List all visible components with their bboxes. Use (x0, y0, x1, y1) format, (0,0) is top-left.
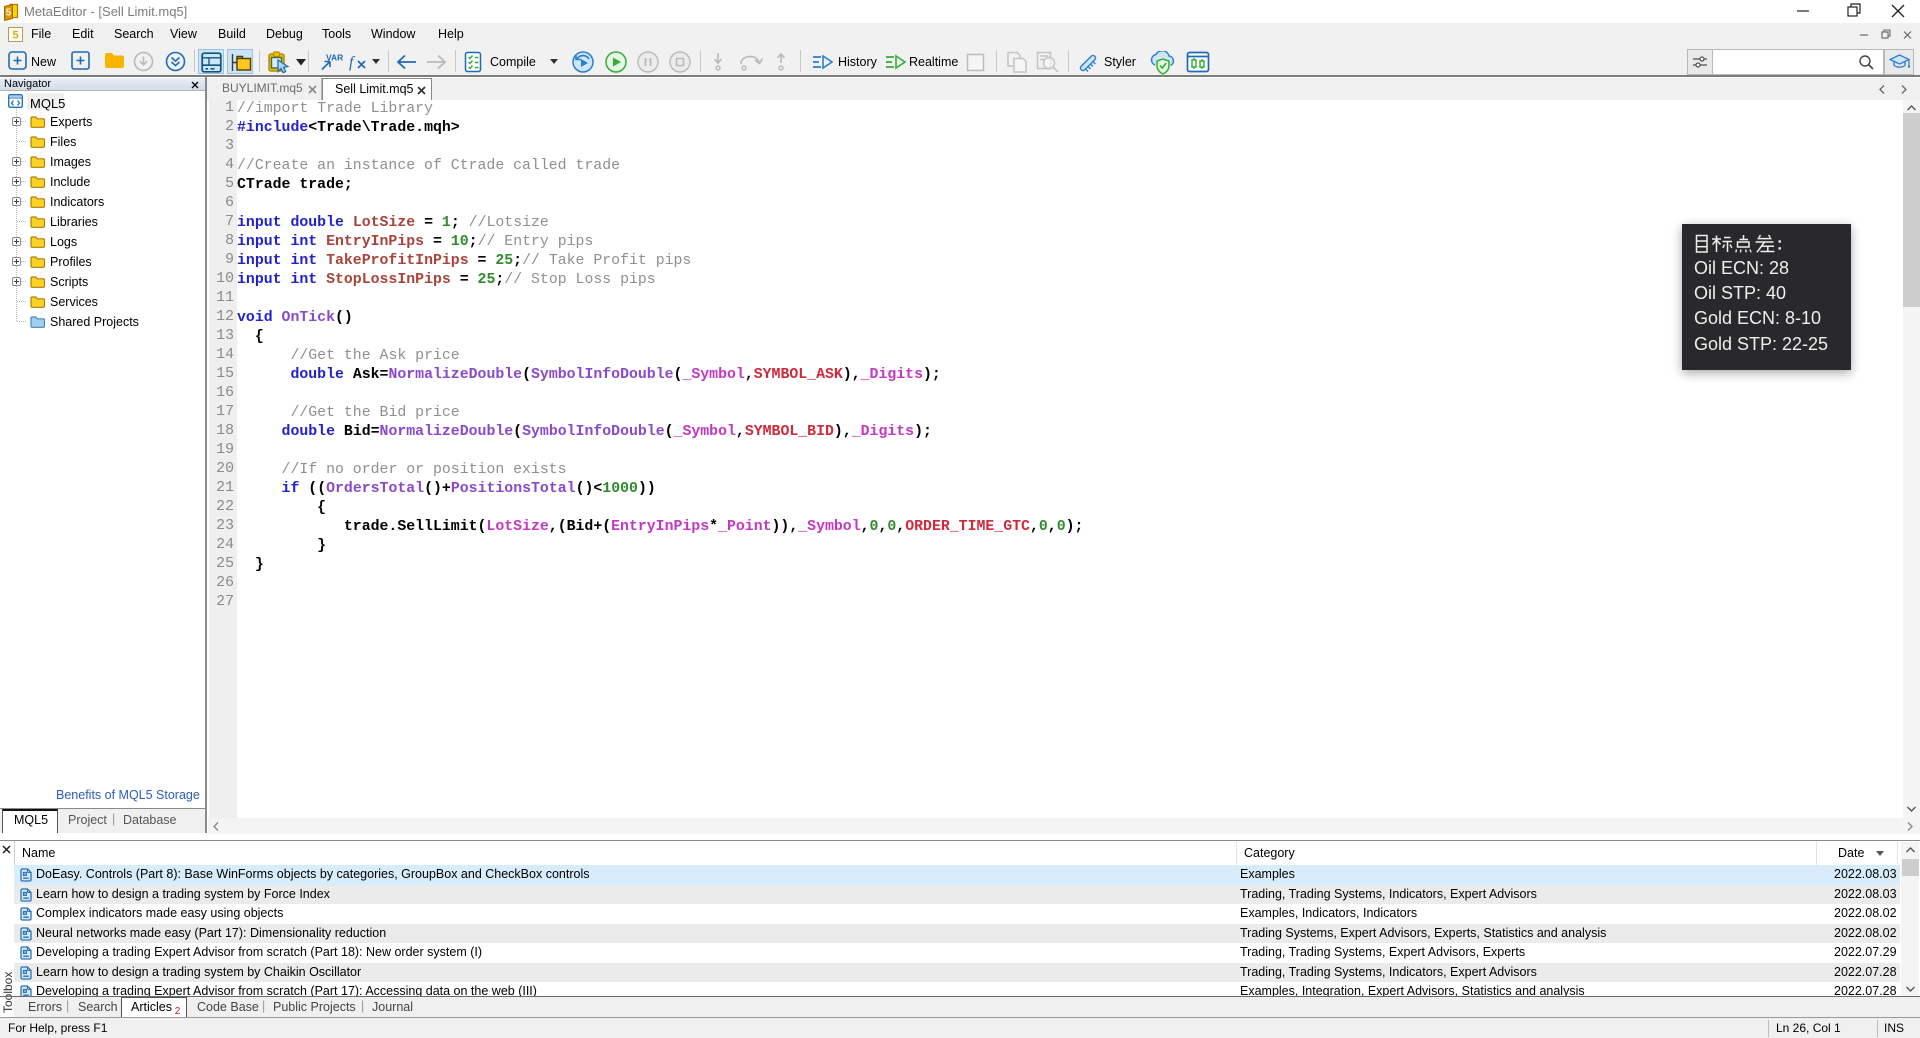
svg-text:5: 5 (12, 30, 18, 42)
svg-text:f: f (349, 54, 356, 71)
svg-text:5: 5 (6, 8, 12, 19)
